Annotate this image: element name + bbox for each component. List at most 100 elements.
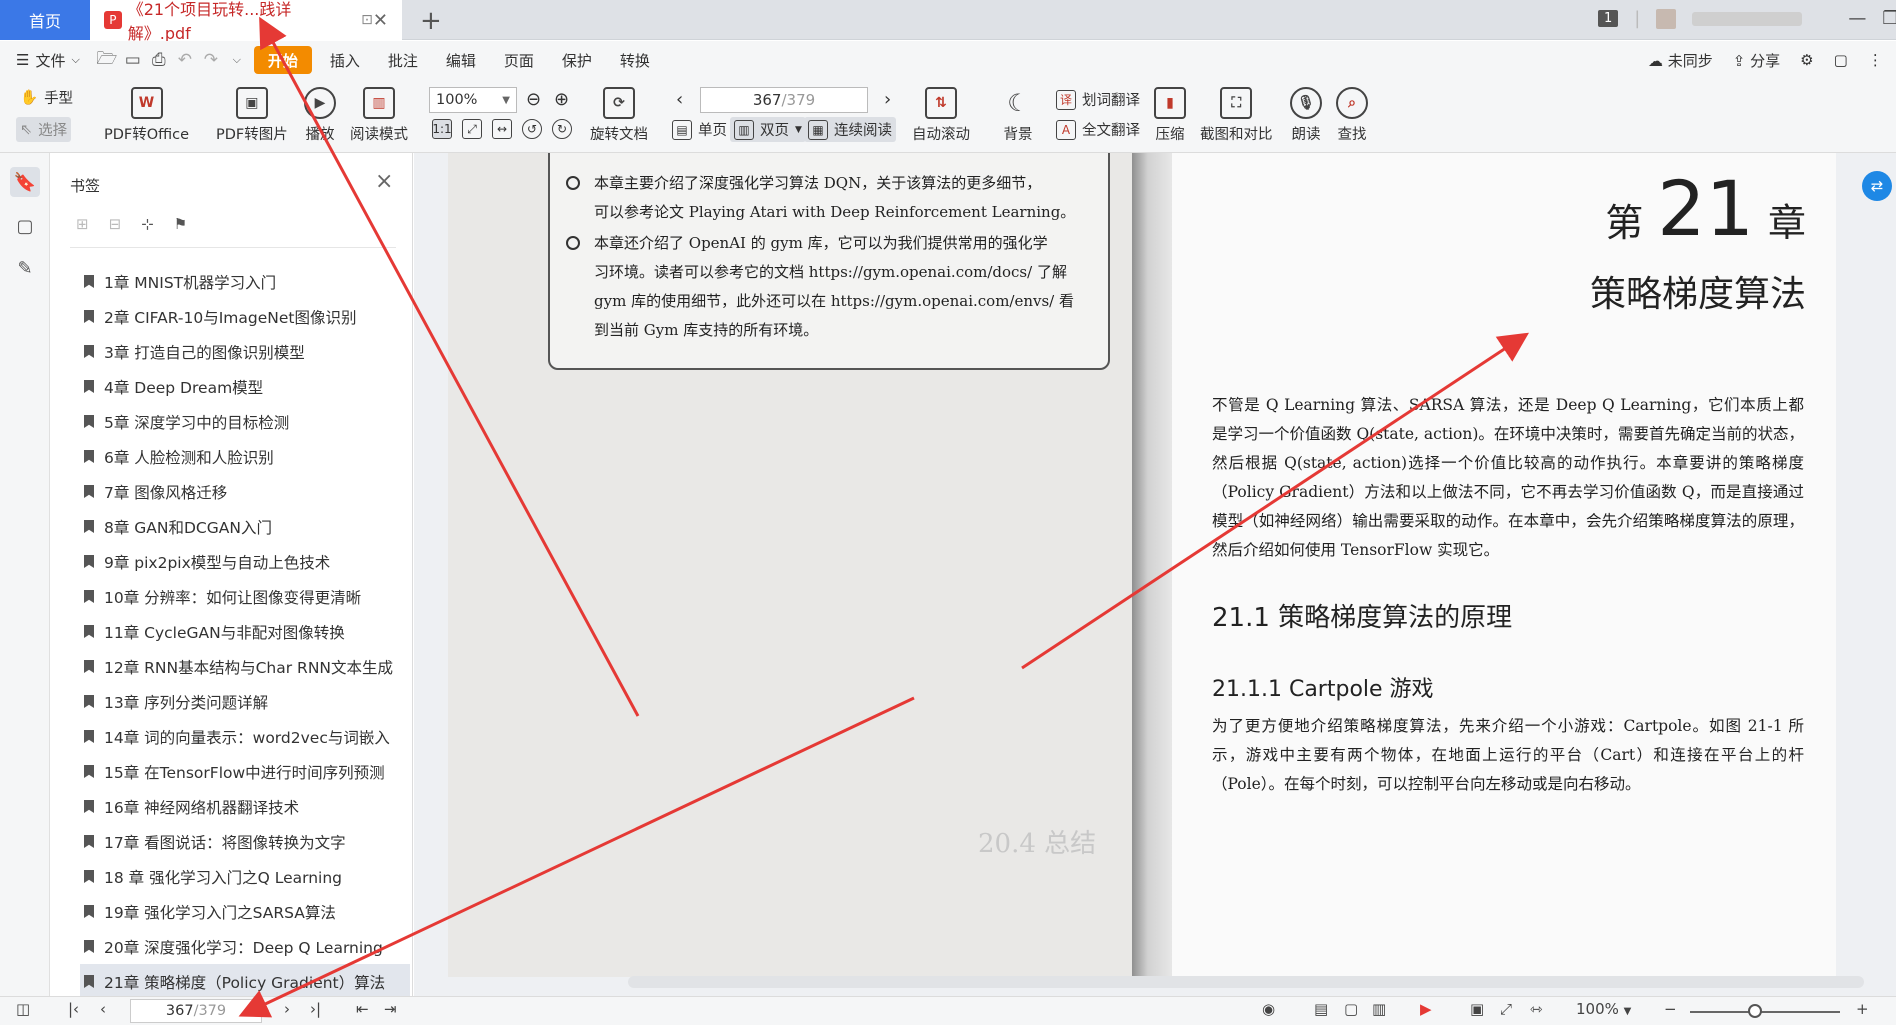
collapse-all-icon[interactable]: ⊟ [109,215,122,233]
bookmark-item[interactable]: 1章 MNIST机器学习入门 [80,264,410,299]
menu-protect[interactable]: 保护 [548,41,606,79]
actual-size-icon[interactable]: ▣ [1470,1000,1484,1018]
thumbnail-panel-icon[interactable]: ▢ [10,211,40,241]
zoom-in-icon[interactable]: ⊕ [554,89,569,110]
window-count-badge[interactable]: 1 [1598,10,1619,27]
bookmark-item[interactable]: 9章 pix2pix模型与自动上色技术 [80,544,410,579]
redo-icon[interactable]: ↷ [198,50,224,70]
settings-icon[interactable]: ⚙ [1800,51,1813,69]
auto-scroll-button[interactable]: ⇅ 自动滚动 [912,87,970,144]
bookmark-item[interactable]: 5章 深度学习中的目标检测 [80,404,410,439]
sidebar-toggle-icon[interactable]: ◫ [16,1000,30,1018]
open-folder-icon[interactable]: 🗁 [94,46,120,75]
bookmark-item[interactable]: 7章 图像风格迁移 [80,474,410,509]
next-page-icon[interactable]: › [284,1000,290,1018]
rotate-left-icon[interactable]: ↺ [522,119,542,139]
next-page-icon[interactable]: › [884,89,891,110]
prev-page-icon[interactable]: ‹ [100,1000,106,1018]
continuous-read-button[interactable]: ▦ 连续阅读 [804,117,896,142]
bookmark-item[interactable]: 13章 序列分类问题详解 [80,684,410,719]
horizontal-scrollbar[interactable] [628,976,1864,988]
save-icon[interactable]: ▭ [120,50,146,70]
bookmark-item[interactable]: 20章 深度强化学习：Deep Q Learning [80,929,410,964]
word-translate-button[interactable]: 译划词翻译 [1056,89,1140,110]
more-icon[interactable]: ⋮ [1868,51,1883,69]
page-number-input[interactable]: 367/379 [700,87,868,113]
minimize-icon[interactable]: — [1848,8,1866,29]
new-tab-button[interactable]: + [420,6,442,36]
rotate-document-button[interactable]: ⟳ 旋转文档 [590,87,648,144]
bookmark-item[interactable]: 16章 神经网络机器翻译技术 [80,789,410,824]
bookmark-item[interactable]: 18 章 强化学习入门之Q Learning [80,859,410,894]
back-icon[interactable]: ⇤ [356,1000,369,1018]
menu-insert[interactable]: 插入 [316,41,374,79]
close-icon[interactable]: × [375,169,393,194]
double-page-button[interactable]: ▥ 双页 ▼ [730,117,806,142]
hand-tool-button[interactable]: ✋ 手型 [20,87,73,108]
zoom-slider[interactable] [1690,1011,1840,1013]
feedback-icon[interactable]: ▢ [1834,51,1848,69]
rotate-right-icon[interactable]: ↻ [552,119,572,139]
zoom-out-icon[interactable]: ⊖ [526,89,541,110]
bookmark-item[interactable]: 17章 看图说话：将图像转换为文字 [80,824,410,859]
screenshot-compare-button[interactable]: ⛶ 截图和对比 [1200,87,1273,144]
bookmark-item[interactable]: 12章 RNN基本结构与Char RNN文本生成 [80,649,410,684]
continuous-view-icon[interactable]: ▤ [1314,1000,1328,1018]
status-page-input[interactable]: 367/379 [130,999,262,1023]
background-button[interactable]: ☾ 背景 [1002,87,1034,144]
prev-page-icon[interactable]: ‹ [676,89,683,110]
tab-home[interactable]: 首页 [0,0,90,40]
double-view-icon[interactable]: ▥ [1372,1000,1386,1018]
fit-width-icon[interactable]: ↔ [492,119,512,139]
bookmark-item[interactable]: 14章 词的向量表示：word2vec与词嵌入 [80,719,410,754]
avatar[interactable] [1656,8,1677,29]
play-button[interactable]: ▶ 播放 [304,87,336,144]
last-page-icon[interactable]: ›| [310,1000,321,1018]
fit-width-icon[interactable]: ⇿ [1530,1000,1543,1018]
menu-page[interactable]: 页面 [490,41,548,79]
restore-icon[interactable]: ❐ [1882,8,1896,29]
tab-document[interactable]: P 《21个项目玩转...践详解》.pdf ⊡ ✕ [90,0,402,43]
file-menu[interactable]: ☰ 文件 ⌵ [0,41,94,79]
bookmark-item-selected[interactable]: 21章 策略梯度（Policy Gradient）算法 [80,964,410,999]
eye-protection-icon[interactable]: ◉ [1262,1000,1275,1018]
menu-convert[interactable]: 转换 [606,41,664,79]
bookmark-icon[interactable]: ⚑ [174,215,187,233]
bookmark-item[interactable]: 15章 在TensorFlow中进行时间序列预测 [80,754,410,789]
document-viewport[interactable]: 本章主要介绍了深度强化学习算法 DQN，关于该算法的更多细节， 可以参考论文 P… [414,153,1896,996]
bookmark-item[interactable]: 10章 分辨率：如何让图像变得更清晰 [80,579,410,614]
menu-annotate[interactable]: 批注 [374,41,432,79]
tab-close-icon[interactable]: ✕ [373,10,388,31]
single-page-button[interactable]: ▤ 单页 [672,119,727,140]
bookmark-item[interactable]: 11章 CycleGAN与非配对图像转换 [80,614,410,649]
undo-icon[interactable]: ↶ [172,50,198,70]
first-page-icon[interactable]: |‹ [68,1000,79,1018]
sync-button[interactable]: ☁ 未同步 [1648,50,1713,71]
pdf-to-office-button[interactable]: W PDF转Office [104,87,189,144]
forward-icon[interactable]: ⇥ [384,1000,397,1018]
print-icon[interactable]: ⎙ [146,50,172,70]
float-window-icon[interactable]: ⊡ [361,12,373,28]
zoom-in-icon[interactable]: + [1856,1000,1869,1018]
find-button[interactable]: ⌕ 查找 [1336,87,1368,144]
expand-all-icon[interactable]: ⊞ [76,215,89,233]
bookmark-item[interactable]: 4章 Deep Dream模型 [80,369,410,404]
fit-page-icon[interactable]: ⤢ [462,119,482,139]
full-translate-button[interactable]: A 全文翻译 [1056,119,1140,140]
status-zoom[interactable]: 100% ▼ [1576,1000,1631,1018]
fit-page-icon[interactable]: ⤢ [1500,1000,1512,1018]
zoom-slider-knob[interactable] [1748,1004,1762,1018]
read-aloud-button[interactable]: 🎙 朗读 [1290,87,1322,144]
single-view-icon[interactable]: ▢ [1344,1000,1358,1018]
share-button[interactable]: ⇪ 分享 [1733,50,1780,71]
translate-float-icon[interactable]: ⇄ [1862,171,1892,201]
compress-button[interactable]: ▮ 压缩 [1154,87,1186,144]
select-tool-button[interactable]: ⇖ 选择 [16,117,72,142]
bookmark-item[interactable]: 8章 GAN和DCGAN入门 [80,509,410,544]
actual-size-icon[interactable]: 1:1 [432,119,452,139]
bookmark-item[interactable]: 2章 CIFAR-10与ImageNet图像识别 [80,299,410,334]
pdf-to-image-button[interactable]: ▣ PDF转图片 [216,87,288,144]
menu-edit[interactable]: 编辑 [432,41,490,79]
read-mode-button[interactable]: ▥ 阅读模式 [350,87,408,144]
bookmark-item[interactable]: 6章 人脸检测和人脸识别 [80,439,410,474]
